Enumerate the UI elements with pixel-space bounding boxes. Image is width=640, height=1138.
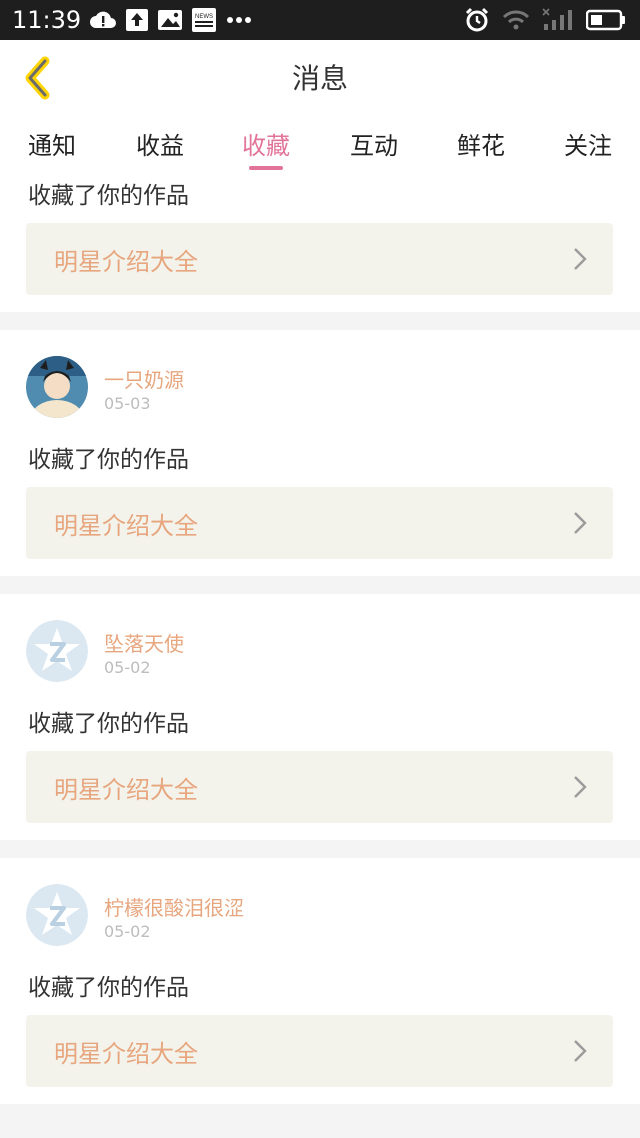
work-title: 明星介绍大全 xyxy=(54,1039,198,1068)
list-item: 一只奶源 05-03 收藏了你的作品 明星介绍大全 xyxy=(0,330,640,576)
list-item: 坠落天使 05-02 收藏了你的作品 明星介绍大全 xyxy=(0,594,640,840)
active-tab-indicator xyxy=(249,166,283,170)
more-icon xyxy=(226,16,252,24)
timestamp: 05-02 xyxy=(104,658,151,677)
work-link[interactable]: 明星介绍大全 xyxy=(26,487,613,559)
chevron-right-icon xyxy=(574,776,587,798)
work-title: 明星介绍大全 xyxy=(54,511,198,540)
header: 消息 xyxy=(0,40,640,115)
back-button[interactable] xyxy=(14,52,62,104)
alarm-icon xyxy=(464,7,490,33)
photo-avatar-icon xyxy=(26,356,88,418)
chevron-right-icon xyxy=(574,248,587,270)
chevron-right-icon xyxy=(574,512,587,534)
avatar[interactable] xyxy=(26,356,88,418)
avatar[interactable] xyxy=(26,884,88,946)
chevron-right-icon xyxy=(574,1040,587,1062)
action-text: 收藏了你的作品 xyxy=(28,975,189,1001)
status-bar: 11:39 NEWS xyxy=(0,0,640,40)
image-icon xyxy=(158,9,182,31)
wifi-icon xyxy=(502,9,530,31)
work-title: 明星介绍大全 xyxy=(54,247,198,276)
tab-flowers[interactable]: 鲜花 xyxy=(457,126,505,161)
work-link[interactable]: 明星介绍大全 xyxy=(26,223,613,295)
work-link[interactable]: 明星介绍大全 xyxy=(26,1015,613,1087)
avatar[interactable] xyxy=(26,620,88,682)
status-system-icons xyxy=(464,7,640,33)
tab-earnings[interactable]: 收益 xyxy=(136,126,184,161)
page-title: 消息 xyxy=(291,62,348,95)
tab-following[interactable]: 关注 xyxy=(564,126,612,161)
news-label: NEWS xyxy=(195,14,213,20)
action-text: 收藏了你的作品 xyxy=(28,711,189,737)
status-notification-icons: NEWS xyxy=(90,8,252,32)
timestamp: 05-02 xyxy=(104,922,151,941)
battery-icon xyxy=(586,9,626,31)
tab-bar: 通知 收益 收藏 互动 鲜花 关注 xyxy=(0,114,640,172)
tab-interactions[interactable]: 互动 xyxy=(350,126,398,161)
author-name[interactable]: 柠檬很酸泪很涩 xyxy=(104,892,244,921)
timestamp: 05-03 xyxy=(104,394,151,413)
signal-icon xyxy=(542,8,574,32)
default-avatar-icon xyxy=(26,884,88,946)
cloud-alert-icon xyxy=(90,10,116,30)
status-time: 11:39 xyxy=(12,6,82,34)
list-item: 收藏了你的作品 明星介绍大全 xyxy=(0,172,640,312)
list-item: 柠檬很酸泪很涩 05-02 收藏了你的作品 明星介绍大全 xyxy=(0,858,640,1104)
tab-notifications[interactable]: 通知 xyxy=(28,126,76,161)
tab-favorites[interactable]: 收藏 xyxy=(242,126,290,161)
author-name[interactable]: 坠落天使 xyxy=(104,628,184,657)
default-avatar-icon xyxy=(26,620,88,682)
upload-icon xyxy=(126,9,148,31)
news-icon: NEWS xyxy=(192,8,216,32)
action-text: 收藏了你的作品 xyxy=(28,447,189,473)
author-name[interactable]: 一只奶源 xyxy=(104,364,184,393)
chevron-left-icon xyxy=(25,56,50,100)
action-text: 收藏了你的作品 xyxy=(28,183,189,209)
work-title: 明星介绍大全 xyxy=(54,775,198,804)
work-link[interactable]: 明星介绍大全 xyxy=(26,751,613,823)
